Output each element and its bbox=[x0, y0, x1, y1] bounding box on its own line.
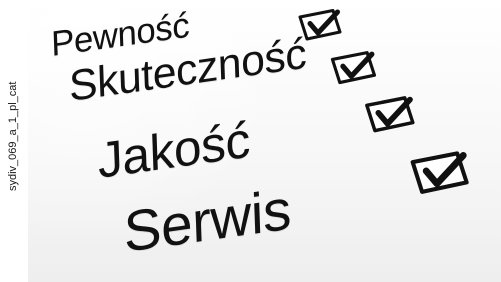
side-code-label: sydiv_069_a_1_pl_cat bbox=[7, 81, 19, 191]
checklist-photo: sydiv_069_a_1_pl_cat Pewność Skuteczność… bbox=[0, 0, 501, 282]
checkbox-checked-icon bbox=[365, 96, 415, 133]
checkbox-checked-icon bbox=[410, 151, 469, 194]
checkbox-checked-icon bbox=[330, 51, 377, 85]
checkbox-checked-icon bbox=[298, 9, 342, 41]
